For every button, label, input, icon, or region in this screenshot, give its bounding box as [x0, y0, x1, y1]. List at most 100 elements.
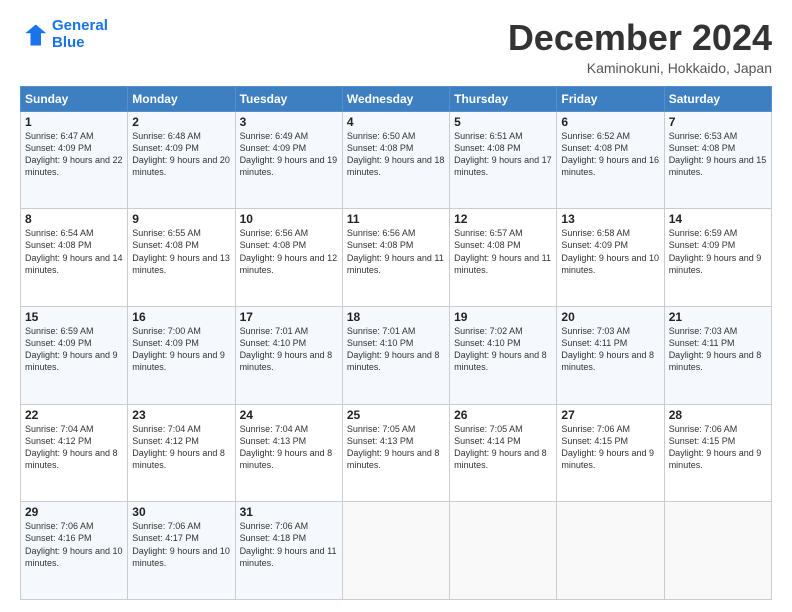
calendar-header-tuesday: Tuesday: [235, 86, 342, 111]
calendar-cell: 18Sunrise: 7:01 AM Sunset: 4:10 PM Dayli…: [342, 306, 449, 404]
cell-info: Sunrise: 6:52 AM Sunset: 4:08 PM Dayligh…: [561, 130, 659, 179]
page: General Blue December 2024 Kaminokuni, H…: [0, 0, 792, 612]
day-number: 11: [347, 212, 445, 226]
cell-info: Sunrise: 7:06 AM Sunset: 4:18 PM Dayligh…: [240, 520, 338, 569]
day-number: 14: [669, 212, 767, 226]
calendar-header-saturday: Saturday: [664, 86, 771, 111]
calendar-cell: 6Sunrise: 6:52 AM Sunset: 4:08 PM Daylig…: [557, 111, 664, 209]
calendar-cell: [557, 502, 664, 600]
day-number: 13: [561, 212, 659, 226]
calendar-cell: 15Sunrise: 6:59 AM Sunset: 4:09 PM Dayli…: [21, 306, 128, 404]
day-number: 5: [454, 115, 552, 129]
cell-info: Sunrise: 7:06 AM Sunset: 4:16 PM Dayligh…: [25, 520, 123, 569]
day-number: 7: [669, 115, 767, 129]
calendar-cell: 29Sunrise: 7:06 AM Sunset: 4:16 PM Dayli…: [21, 502, 128, 600]
cell-info: Sunrise: 7:04 AM Sunset: 4:13 PM Dayligh…: [240, 423, 338, 472]
calendar-week-row: 8Sunrise: 6:54 AM Sunset: 4:08 PM Daylig…: [21, 209, 772, 307]
cell-info: Sunrise: 6:50 AM Sunset: 4:08 PM Dayligh…: [347, 130, 445, 179]
cell-info: Sunrise: 7:00 AM Sunset: 4:09 PM Dayligh…: [132, 325, 230, 374]
day-number: 12: [454, 212, 552, 226]
cell-info: Sunrise: 6:55 AM Sunset: 4:08 PM Dayligh…: [132, 227, 230, 276]
day-number: 27: [561, 408, 659, 422]
cell-info: Sunrise: 7:03 AM Sunset: 4:11 PM Dayligh…: [561, 325, 659, 374]
day-number: 24: [240, 408, 338, 422]
calendar-header-row: SundayMondayTuesdayWednesdayThursdayFrid…: [21, 86, 772, 111]
month-title: December 2024: [508, 18, 772, 58]
cell-info: Sunrise: 6:48 AM Sunset: 4:09 PM Dayligh…: [132, 130, 230, 179]
title-block: December 2024 Kaminokuni, Hokkaido, Japa…: [508, 18, 772, 76]
calendar-cell: 11Sunrise: 6:56 AM Sunset: 4:08 PM Dayli…: [342, 209, 449, 307]
calendar-cell: 20Sunrise: 7:03 AM Sunset: 4:11 PM Dayli…: [557, 306, 664, 404]
calendar-cell: 10Sunrise: 6:56 AM Sunset: 4:08 PM Dayli…: [235, 209, 342, 307]
calendar-cell: 9Sunrise: 6:55 AM Sunset: 4:08 PM Daylig…: [128, 209, 235, 307]
day-number: 9: [132, 212, 230, 226]
cell-info: Sunrise: 6:56 AM Sunset: 4:08 PM Dayligh…: [240, 227, 338, 276]
calendar-cell: 19Sunrise: 7:02 AM Sunset: 4:10 PM Dayli…: [450, 306, 557, 404]
logo-icon: [20, 21, 48, 49]
cell-info: Sunrise: 7:04 AM Sunset: 4:12 PM Dayligh…: [25, 423, 123, 472]
day-number: 17: [240, 310, 338, 324]
calendar-cell: 30Sunrise: 7:06 AM Sunset: 4:17 PM Dayli…: [128, 502, 235, 600]
calendar-cell: 24Sunrise: 7:04 AM Sunset: 4:13 PM Dayli…: [235, 404, 342, 502]
day-number: 19: [454, 310, 552, 324]
calendar-cell: 3Sunrise: 6:49 AM Sunset: 4:09 PM Daylig…: [235, 111, 342, 209]
cell-info: Sunrise: 7:01 AM Sunset: 4:10 PM Dayligh…: [347, 325, 445, 374]
calendar-table: SundayMondayTuesdayWednesdayThursdayFrid…: [20, 86, 772, 600]
calendar-week-row: 1Sunrise: 6:47 AM Sunset: 4:09 PM Daylig…: [21, 111, 772, 209]
cell-info: Sunrise: 7:04 AM Sunset: 4:12 PM Dayligh…: [132, 423, 230, 472]
logo: General Blue: [20, 18, 108, 51]
cell-info: Sunrise: 6:51 AM Sunset: 4:08 PM Dayligh…: [454, 130, 552, 179]
calendar-header-thursday: Thursday: [450, 86, 557, 111]
day-number: 31: [240, 505, 338, 519]
calendar-cell: 14Sunrise: 6:59 AM Sunset: 4:09 PM Dayli…: [664, 209, 771, 307]
calendar-cell: 25Sunrise: 7:05 AM Sunset: 4:13 PM Dayli…: [342, 404, 449, 502]
day-number: 3: [240, 115, 338, 129]
day-number: 6: [561, 115, 659, 129]
cell-info: Sunrise: 7:06 AM Sunset: 4:17 PM Dayligh…: [132, 520, 230, 569]
calendar-cell: 1Sunrise: 6:47 AM Sunset: 4:09 PM Daylig…: [21, 111, 128, 209]
day-number: 28: [669, 408, 767, 422]
cell-info: Sunrise: 6:56 AM Sunset: 4:08 PM Dayligh…: [347, 227, 445, 276]
day-number: 23: [132, 408, 230, 422]
calendar-header-sunday: Sunday: [21, 86, 128, 111]
cell-info: Sunrise: 7:06 AM Sunset: 4:15 PM Dayligh…: [561, 423, 659, 472]
cell-info: Sunrise: 7:01 AM Sunset: 4:10 PM Dayligh…: [240, 325, 338, 374]
calendar-cell: 21Sunrise: 7:03 AM Sunset: 4:11 PM Dayli…: [664, 306, 771, 404]
calendar-week-row: 29Sunrise: 7:06 AM Sunset: 4:16 PM Dayli…: [21, 502, 772, 600]
day-number: 30: [132, 505, 230, 519]
logo-text: General Blue: [52, 18, 108, 51]
header: General Blue December 2024 Kaminokuni, H…: [20, 18, 772, 76]
day-number: 26: [454, 408, 552, 422]
day-number: 22: [25, 408, 123, 422]
cell-info: Sunrise: 6:53 AM Sunset: 4:08 PM Dayligh…: [669, 130, 767, 179]
logo-line2: Blue: [52, 34, 85, 51]
calendar-cell: 16Sunrise: 7:00 AM Sunset: 4:09 PM Dayli…: [128, 306, 235, 404]
calendar-header-monday: Monday: [128, 86, 235, 111]
calendar-cell: 12Sunrise: 6:57 AM Sunset: 4:08 PM Dayli…: [450, 209, 557, 307]
calendar-cell: 23Sunrise: 7:04 AM Sunset: 4:12 PM Dayli…: [128, 404, 235, 502]
calendar-cell: 22Sunrise: 7:04 AM Sunset: 4:12 PM Dayli…: [21, 404, 128, 502]
day-number: 10: [240, 212, 338, 226]
day-number: 4: [347, 115, 445, 129]
cell-info: Sunrise: 7:03 AM Sunset: 4:11 PM Dayligh…: [669, 325, 767, 374]
cell-info: Sunrise: 7:05 AM Sunset: 4:14 PM Dayligh…: [454, 423, 552, 472]
location-title: Kaminokuni, Hokkaido, Japan: [508, 60, 772, 76]
day-number: 2: [132, 115, 230, 129]
day-number: 16: [132, 310, 230, 324]
logo-line1: General: [52, 17, 108, 34]
calendar-cell: 8Sunrise: 6:54 AM Sunset: 4:08 PM Daylig…: [21, 209, 128, 307]
day-number: 8: [25, 212, 123, 226]
day-number: 20: [561, 310, 659, 324]
calendar-cell: [450, 502, 557, 600]
cell-info: Sunrise: 6:59 AM Sunset: 4:09 PM Dayligh…: [25, 325, 123, 374]
calendar-cell: [342, 502, 449, 600]
day-number: 29: [25, 505, 123, 519]
cell-info: Sunrise: 6:47 AM Sunset: 4:09 PM Dayligh…: [25, 130, 123, 179]
cell-info: Sunrise: 7:02 AM Sunset: 4:10 PM Dayligh…: [454, 325, 552, 374]
day-number: 25: [347, 408, 445, 422]
calendar-cell: 27Sunrise: 7:06 AM Sunset: 4:15 PM Dayli…: [557, 404, 664, 502]
day-number: 21: [669, 310, 767, 324]
calendar-cell: [664, 502, 771, 600]
calendar-cell: 26Sunrise: 7:05 AM Sunset: 4:14 PM Dayli…: [450, 404, 557, 502]
cell-info: Sunrise: 6:49 AM Sunset: 4:09 PM Dayligh…: [240, 130, 338, 179]
